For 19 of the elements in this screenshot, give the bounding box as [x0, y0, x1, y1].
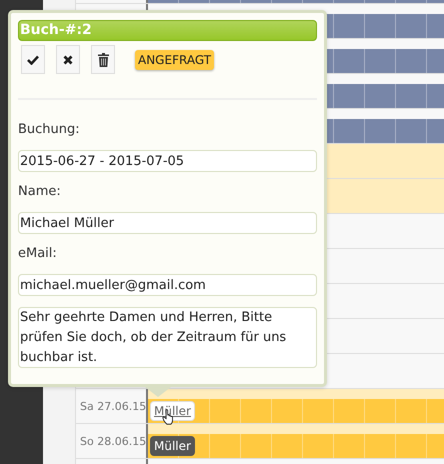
popover-title: Buch-#:2 — [18, 20, 317, 41]
field-label: Buchung: — [18, 121, 81, 139]
message-field[interactable]: Sehr geehrte Damen und Herren, Bitte prüfen Sie doch, ob der Zeitraum für uns buchbar ist. — [18, 307, 317, 368]
confirm-button[interactable] — [21, 45, 45, 74]
delete-button[interactable] — [91, 45, 115, 74]
date-label: So 28.06.15 — [80, 434, 146, 448]
date-label: Sa 27.06.15 — [80, 400, 146, 412]
input-field[interactable]: 2015-06-27 - 2015-07-05 — [18, 150, 317, 172]
booking-bar[interactable]: Müller — [148, 434, 444, 458]
checkmark-icon — [27, 54, 39, 64]
trash-icon — [98, 52, 108, 66]
field-label: Name: — [18, 183, 62, 201]
status-badge: ANGEFRAGT — [135, 50, 214, 70]
field-label: eMail: — [18, 245, 58, 263]
input-field[interactable]: michael.mueller@gmail.com — [18, 274, 317, 296]
close-icon — [63, 54, 73, 64]
input-field[interactable]: Michael Müller — [18, 212, 317, 234]
booking-label[interactable]: Müller — [150, 436, 195, 456]
reject-button[interactable] — [56, 45, 80, 74]
